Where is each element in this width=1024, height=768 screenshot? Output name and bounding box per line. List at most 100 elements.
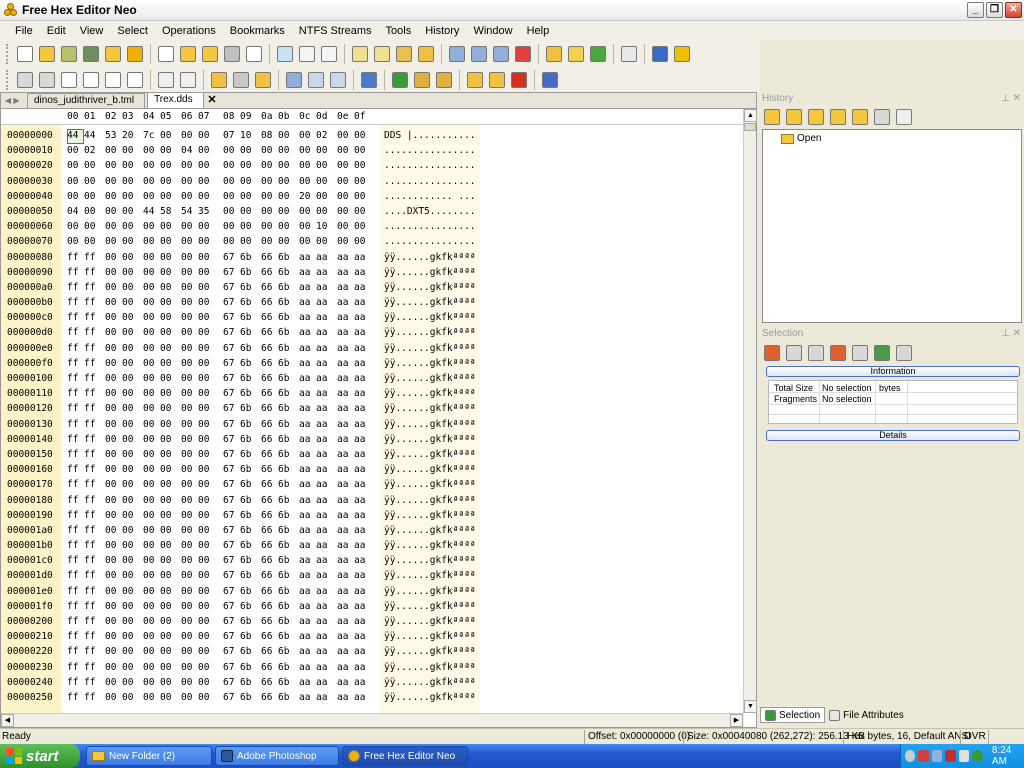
- hex-byte[interactable]: ff: [84, 601, 95, 612]
- hex-byte[interactable]: aa: [354, 358, 365, 369]
- hex-byte[interactable]: 00: [299, 160, 310, 171]
- hex-byte[interactable]: 00: [122, 646, 133, 657]
- hex-byte[interactable]: aa: [299, 419, 310, 430]
- hex-byte[interactable]: 7c: [143, 130, 154, 141]
- hex-byte[interactable]: aa: [299, 327, 310, 338]
- hex-byte[interactable]: 6b: [278, 677, 289, 688]
- hex-byte[interactable]: 66: [261, 616, 272, 627]
- hex-byte[interactable]: 00: [198, 221, 209, 232]
- ascii-text[interactable]: ÿÿ......gkfkªªªª: [384, 662, 476, 673]
- hex-byte[interactable]: ff: [67, 586, 78, 597]
- hex-byte[interactable]: ff: [67, 434, 78, 445]
- ascii-text[interactable]: ÿÿ......gkfkªªªª: [384, 403, 476, 414]
- hex-byte[interactable]: aa: [316, 373, 327, 384]
- hex-byte[interactable]: 66: [261, 403, 272, 414]
- big-endian-button[interactable]: [372, 44, 392, 64]
- hex-byte[interactable]: aa: [337, 586, 348, 597]
- hex-byte[interactable]: 6b: [240, 358, 251, 369]
- hex-byte[interactable]: 00: [278, 236, 289, 247]
- hex-byte[interactable]: 00: [181, 601, 192, 612]
- hex-byte[interactable]: 00: [261, 160, 272, 171]
- hex-byte[interactable]: 00: [198, 373, 209, 384]
- hex-byte[interactable]: 67: [223, 327, 234, 338]
- hex-byte[interactable]: aa: [316, 297, 327, 308]
- hex-byte[interactable]: 6b: [278, 252, 289, 263]
- ascii-text[interactable]: ÿÿ......gkfkªªªª: [384, 343, 476, 354]
- hex-rows[interactable]: 00000000 44 44 53 20 7c 00 00 00 07 10 08 00 00 02 00 00…: [1, 130, 741, 707]
- hex-byte[interactable]: aa: [299, 601, 310, 612]
- hex-byte[interactable]: 00: [223, 221, 234, 232]
- hex-byte[interactable]: 00: [198, 434, 209, 445]
- hex-byte[interactable]: 00: [122, 510, 133, 521]
- hex-byte[interactable]: 00: [181, 419, 192, 430]
- insert-button[interactable]: [209, 70, 229, 90]
- hex-byte[interactable]: 00: [354, 160, 365, 171]
- hex-byte[interactable]: 00: [67, 160, 78, 171]
- hex-byte[interactable]: 00: [316, 176, 327, 187]
- hex-byte[interactable]: 00: [122, 449, 133, 460]
- hex-byte[interactable]: ff: [67, 327, 78, 338]
- hex-byte[interactable]: 6b: [240, 555, 251, 566]
- menu-help[interactable]: Help: [520, 25, 557, 37]
- tab-file-attributes[interactable]: File Attributes: [825, 707, 908, 723]
- hex-byte[interactable]: 00: [198, 358, 209, 369]
- hex-byte[interactable]: 00: [160, 252, 171, 263]
- hex-byte[interactable]: ff: [84, 373, 95, 384]
- history-item-open[interactable]: Open: [781, 133, 821, 144]
- hex-byte[interactable]: 04: [67, 206, 78, 217]
- pin-icon[interactable]: ⊥: [1001, 92, 1010, 105]
- ascii-text[interactable]: ÿÿ......gkfkªªªª: [384, 692, 476, 703]
- hex-byte[interactable]: 44: [143, 206, 154, 217]
- hex-byte[interactable]: 6b: [278, 631, 289, 642]
- history-apply-button[interactable]: [850, 107, 870, 127]
- goto-button[interactable]: [390, 70, 410, 90]
- hex-byte[interactable]: 6b: [240, 525, 251, 536]
- hex-byte[interactable]: aa: [316, 525, 327, 536]
- hex-byte[interactable]: aa: [299, 358, 310, 369]
- hex-byte[interactable]: aa: [299, 631, 310, 642]
- tab-scroll-arrows[interactable]: ◀ ▶: [1, 93, 27, 108]
- hex-byte[interactable]: 00: [122, 479, 133, 490]
- hex-byte[interactable]: 00: [122, 145, 133, 156]
- hex-byte[interactable]: 6b: [278, 586, 289, 597]
- hex-byte[interactable]: 00: [181, 312, 192, 323]
- ascii-text[interactable]: ÿÿ......gkfkªªªª: [384, 495, 476, 506]
- hex-byte[interactable]: 6b: [240, 646, 251, 657]
- hex-byte[interactable]: aa: [337, 495, 348, 506]
- hex-byte[interactable]: 00: [160, 510, 171, 521]
- hex-byte[interactable]: aa: [337, 662, 348, 673]
- hex-byte[interactable]: 00: [143, 646, 154, 657]
- hex-row[interactable]: 00000030 00 00 00 00 00 00 00 00 00 00 00 00 00 00 00 00…: [1, 176, 741, 191]
- hex-byte[interactable]: aa: [299, 510, 310, 521]
- select-block-button[interactable]: [412, 70, 432, 90]
- hex-byte[interactable]: aa: [354, 479, 365, 490]
- ascii-text[interactable]: ÿÿ......gkfkªªªª: [384, 631, 476, 642]
- redo-button[interactable]: [37, 70, 57, 90]
- hex-byte[interactable]: 00: [105, 343, 116, 354]
- hex-byte[interactable]: 00: [316, 145, 327, 156]
- hex-byte[interactable]: 00: [122, 343, 133, 354]
- selection-expand-button[interactable]: [806, 343, 826, 363]
- hex-byte[interactable]: 00: [278, 160, 289, 171]
- hex-byte[interactable]: 00: [198, 419, 209, 430]
- hex-byte[interactable]: 6b: [278, 601, 289, 612]
- hex-byte[interactable]: 00: [299, 130, 310, 141]
- hex-byte[interactable]: ff: [67, 312, 78, 323]
- columns-button[interactable]: [416, 44, 436, 64]
- horizontal-scrollbar[interactable]: ◀ ▶: [1, 713, 744, 727]
- hex-byte[interactable]: 00: [105, 479, 116, 490]
- hex-byte[interactable]: 00: [261, 145, 272, 156]
- hex-byte[interactable]: 67: [223, 631, 234, 642]
- paste-as-button[interactable]: [178, 70, 198, 90]
- close-tab-icon[interactable]: ✕: [207, 93, 216, 107]
- hex-byte[interactable]: 00: [198, 601, 209, 612]
- hex-byte[interactable]: 00: [198, 464, 209, 475]
- hex-byte[interactable]: 00: [160, 692, 171, 703]
- hex-byte[interactable]: 67: [223, 662, 234, 673]
- hex-byte[interactable]: 00: [122, 176, 133, 187]
- hex-byte[interactable]: 00: [181, 252, 192, 263]
- hex-byte[interactable]: aa: [299, 449, 310, 460]
- hex-byte[interactable]: aa: [299, 343, 310, 354]
- hex-byte[interactable]: 00: [143, 388, 154, 399]
- hex-byte[interactable]: 00: [105, 540, 116, 551]
